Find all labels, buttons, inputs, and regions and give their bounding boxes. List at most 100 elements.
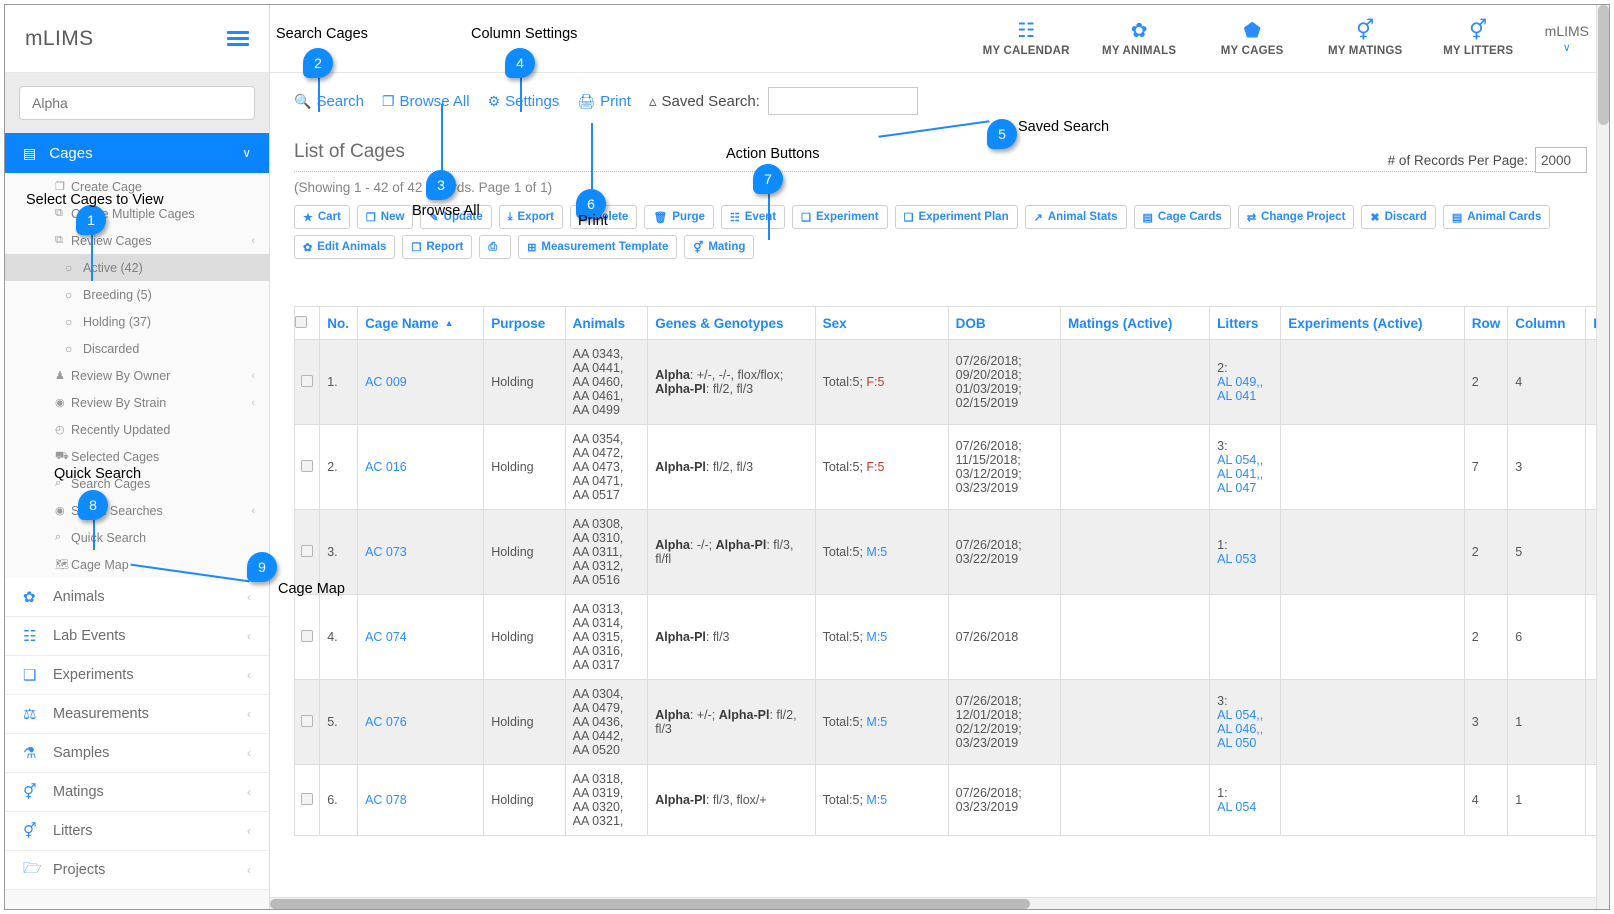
saved-search-input[interactable] <box>767 87 918 115</box>
cell-animals[interactable]: AA 0354, AA 0472, AA 0473, AA 0471, AA 0517 <box>564 424 649 510</box>
action-button-animal-cards[interactable]: ▤ Animal Cards <box>1442 205 1551 229</box>
select-all-header[interactable] <box>294 306 321 340</box>
column-header-purpose[interactable]: Purpose <box>483 306 566 340</box>
topnav-item-my-calendar[interactable]: ☷ MY CALENDAR <box>970 20 1083 57</box>
row-checkbox[interactable] <box>301 459 314 472</box>
scrollbar-thumb[interactable] <box>1598 5 1609 125</box>
table-row[interactable]: 4. AC 074 Holding AA 0313, AA 0314, AA 0315, A… <box>294 594 1609 680</box>
action-button-experiment[interactable]: ❑ Experiment <box>792 205 888 229</box>
action-button-animal-stats[interactable]: ↗ Animal Stats <box>1024 205 1127 229</box>
cell-litters[interactable]: 3: AL 054,, AL 046,, AL 050 <box>1209 679 1282 765</box>
sidebar-item-litters[interactable]: ⚥ Litters ‹ <box>5 812 269 851</box>
cell-cage-name[interactable]: AC 016 <box>357 424 485 510</box>
cell-animals[interactable]: AA 0313, AA 0314, AA 0315, AA 0316, AA 0317 <box>564 594 649 680</box>
sidebar-item-lab-events[interactable]: ☷ Lab Events ‹ <box>5 617 269 656</box>
action-button-experiment-plan[interactable]: ❑ Experiment Plan <box>894 205 1018 229</box>
cell-cage-name[interactable]: AC 073 <box>357 509 485 595</box>
cell-animals[interactable]: AA 0308, AA 0310, AA 0311, AA 0312, AA 0516 <box>564 509 649 595</box>
table-row[interactable]: 2. AC 016 Holding AA 0354, AA 0472, AA 0473, A… <box>294 424 1609 510</box>
sidebar-item-review-by-owner[interactable]: ♟ Review By Owner ‹ <box>5 362 269 389</box>
column-header-dob[interactable]: DOB <box>947 306 1062 340</box>
cell-animals[interactable]: AA 0343, AA 0441, AA 0460, AA 0461, AA 0499 <box>564 339 649 425</box>
cage-name-link[interactable]: AC 073 <box>365 545 407 559</box>
cage-name-link[interactable]: AC 074 <box>365 630 407 644</box>
cage-name-link[interactable]: AC 078 <box>365 793 407 807</box>
sidebar-item-active-42[interactable]: ○ Active (42) <box>5 254 269 281</box>
topnav-item-my-animals[interactable]: ✿ MY ANIMALS <box>1083 20 1196 57</box>
action-button-export[interactable]: ⤓ Export <box>498 205 563 229</box>
sidebar-item-quick-search[interactable]: ⌕ Quick Search <box>5 524 269 551</box>
hamburger-icon[interactable] <box>227 28 249 49</box>
cell-litters[interactable]: 1: AL 053 <box>1209 509 1282 595</box>
row-checkbox-cell[interactable] <box>294 679 321 765</box>
column-header-animals[interactable]: Animals <box>564 306 649 340</box>
column-header-row[interactable]: Row <box>1463 306 1509 340</box>
column-header-sex[interactable]: Sex <box>814 306 949 340</box>
vertical-scrollbar[interactable] <box>1596 5 1609 909</box>
cage-name-link[interactable]: AC 009 <box>365 375 407 389</box>
row-checkbox[interactable] <box>301 544 314 557</box>
cell-litters[interactable]: 1: AL 054 <box>1209 764 1282 836</box>
action-button-edit-animals[interactable]: ✿ Edit Animals <box>294 235 396 259</box>
cell-cage-name[interactable]: AC 076 <box>357 679 485 765</box>
cell-animals[interactable]: AA 0304, AA 0479, AA 0436, AA 0442, AA 0520 <box>564 679 649 765</box>
table-row[interactable]: 5. AC 076 Holding AA 0304, AA 0479, AA 0436, A… <box>294 679 1609 765</box>
cell-animals[interactable]: AA 0318, AA 0319, AA 0320, AA 0321, <box>564 764 649 836</box>
sidebar-search-input[interactable] <box>19 86 255 120</box>
action-button-mating[interactable]: ⚥ Mating <box>684 235 755 259</box>
search-button[interactable]: 🔍 Search <box>294 93 364 110</box>
sidebar-item-saved-searches[interactable]: ◉ Saved Searches ‹ <box>5 497 269 524</box>
sidebar-item-breeding-5[interactable]: ○ Breeding (5) <box>5 281 269 308</box>
column-header-experiments-active[interactable]: Experiments (Active) <box>1280 306 1465 340</box>
sidebar-item-samples[interactable]: ⚗ Samples ‹ <box>5 734 269 773</box>
action-button-measurement-template[interactable]: ⊞ Measurement Template <box>518 235 678 259</box>
row-checkbox[interactable] <box>301 714 314 727</box>
cage-name-link[interactable]: AC 016 <box>365 460 407 474</box>
cell-cage-name[interactable]: AC 078 <box>357 764 485 836</box>
row-checkbox[interactable] <box>301 792 314 805</box>
scrollbar-thumb[interactable] <box>270 899 1030 909</box>
table-row[interactable]: 6. AC 078 Holding AA 0318, AA 0319, AA 0320, A… <box>294 764 1609 836</box>
print-button[interactable]: 🖨 Print <box>577 93 631 110</box>
cell-cage-name[interactable]: AC 074 <box>357 594 485 680</box>
column-header-cage-name[interactable]: Cage Name ▲ <box>357 306 485 340</box>
settings-button[interactable]: ⚙ Settings <box>488 93 560 110</box>
user-menu[interactable]: mLIMS ∨ <box>1545 23 1589 54</box>
row-checkbox[interactable] <box>301 629 314 642</box>
action-button-cart[interactable]: ★ Cart <box>294 205 350 229</box>
sidebar-item-matings[interactable]: ⚥ Matings ‹ <box>5 773 269 812</box>
row-checkbox-cell[interactable] <box>294 594 321 680</box>
browse-all-button[interactable]: ❐ Browse All <box>382 93 470 110</box>
action-button-discard[interactable]: ✖ Discard <box>1361 205 1436 229</box>
records-per-page-input[interactable] <box>1535 147 1587 173</box>
column-header-no[interactable]: No. <box>319 306 359 340</box>
action-button-new[interactable]: ❐ New <box>356 205 414 229</box>
topnav-item-my-cages[interactable]: ⬟ MY CAGES <box>1196 20 1309 57</box>
sidebar-item-discarded[interactable]: ○ Discarded <box>5 335 269 362</box>
action-button-printer-icon[interactable]: ⎙ <box>479 235 512 259</box>
column-header-genes-genotypes[interactable]: Genes & Genotypes <box>647 306 816 340</box>
sidebar-item-review-cages[interactable]: ⧉ Review Cages ‹ <box>5 227 269 254</box>
row-checkbox[interactable] <box>301 374 314 387</box>
cell-litters[interactable]: 3: AL 054,, AL 041,, AL 047 <box>1209 424 1282 510</box>
select-all-checkbox[interactable] <box>295 315 307 328</box>
topnav-item-my-matings[interactable]: ⚥ MY MATINGS <box>1309 20 1422 57</box>
table-row[interactable]: 1. AC 009 Holding AA 0343, AA 0441, AA 0460, A… <box>294 339 1609 425</box>
action-button-report[interactable]: ❐ Report <box>402 235 473 259</box>
sidebar-item-animals[interactable]: ✿ Animals ‹ <box>5 578 269 617</box>
sidebar-item-experiments[interactable]: ❑ Experiments ‹ <box>5 656 269 695</box>
horizontal-scrollbar[interactable] <box>270 897 1596 909</box>
column-header-litters[interactable]: Litters <box>1209 306 1282 340</box>
topnav-item-my-litters[interactable]: ⚥ MY LITTERS <box>1422 20 1535 57</box>
row-checkbox-cell[interactable] <box>294 339 321 425</box>
cell-cage-name[interactable]: AC 009 <box>357 339 485 425</box>
table-row[interactable]: 3. AC 073 Holding AA 0308, AA 0310, AA 0311, A… <box>294 509 1609 595</box>
sidebar-item-review-by-strain[interactable]: ◉ Review By Strain ‹ <box>5 389 269 416</box>
row-checkbox-cell[interactable] <box>294 764 321 836</box>
row-checkbox-cell[interactable] <box>294 424 321 510</box>
column-header-column[interactable]: Column <box>1507 306 1587 340</box>
cage-name-link[interactable]: AC 076 <box>365 715 407 729</box>
sidebar-item-holding-37[interactable]: ○ Holding (37) <box>5 308 269 335</box>
column-header-matings-active[interactable]: Matings (Active) <box>1060 306 1211 340</box>
action-button-event[interactable]: ☷ Event <box>720 205 786 229</box>
